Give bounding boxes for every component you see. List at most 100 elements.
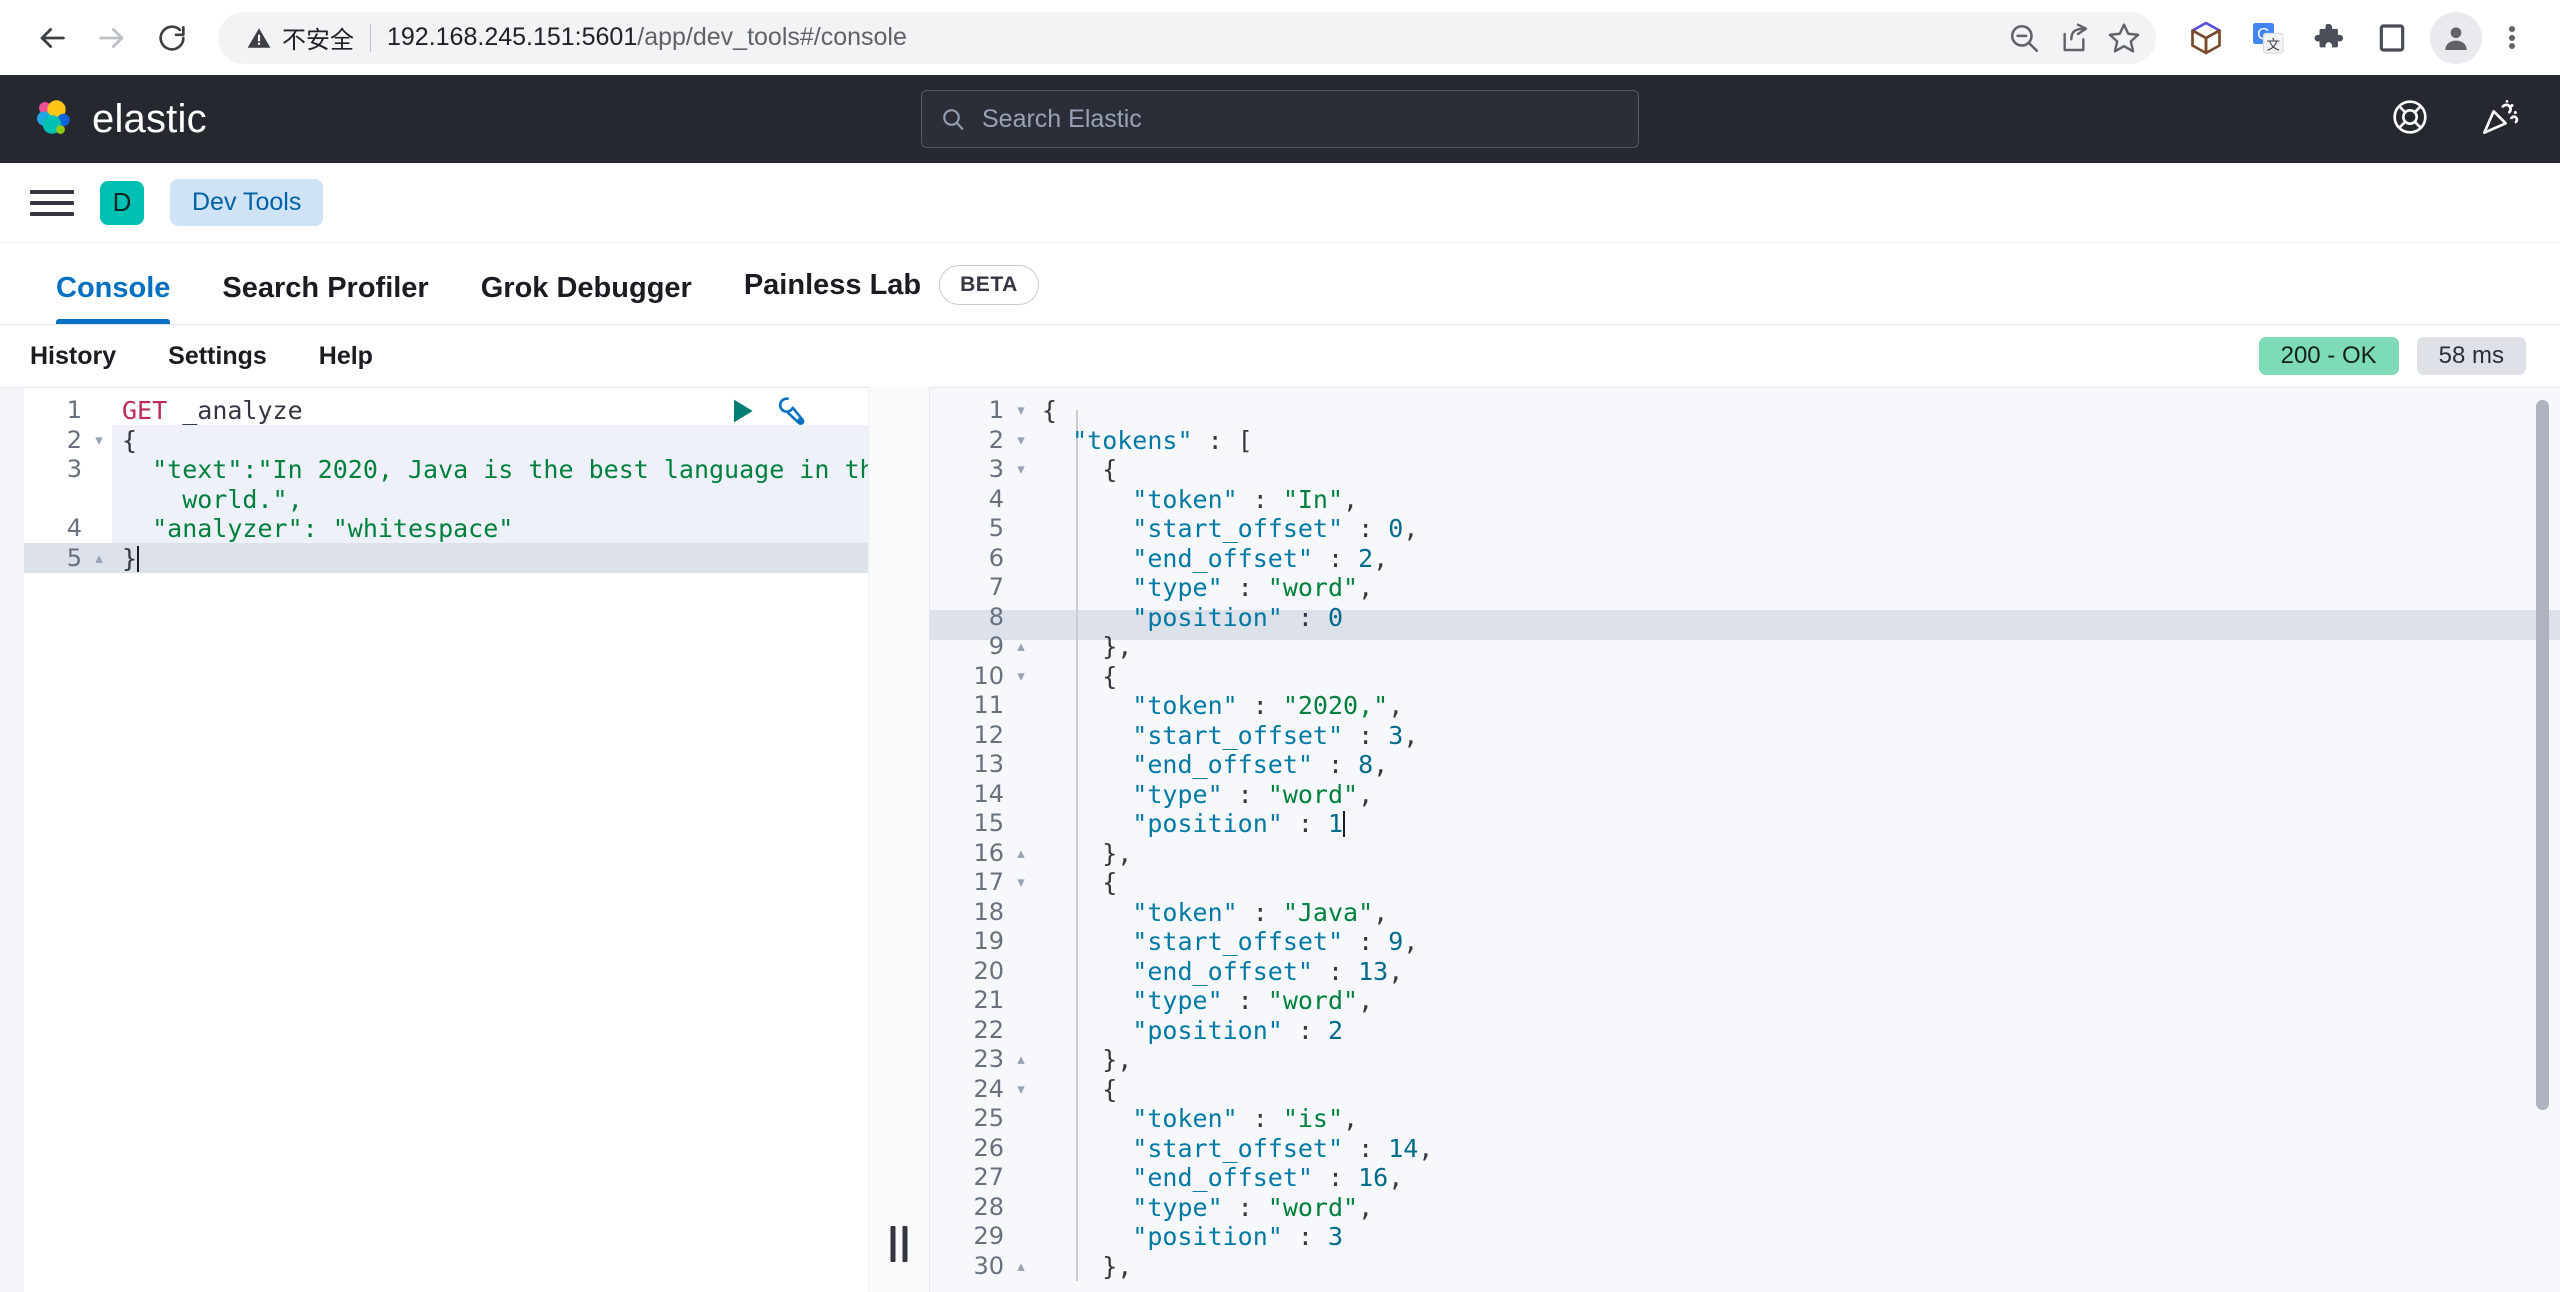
code-line[interactable]: 17 ▾ { (930, 868, 2560, 898)
code-line[interactable]: 22 "position" : 2 (930, 1016, 2560, 1046)
code-line[interactable]: 6 "end_offset" : 2, (930, 544, 2560, 574)
wrench-icon[interactable] (774, 394, 808, 428)
fold-toggle-icon[interactable]: ▴ (1008, 1252, 1034, 1282)
fold-toggle-icon[interactable]: ▾ (1008, 426, 1034, 456)
elastic-home-link[interactable]: elastic (32, 97, 207, 142)
hamburger-menu-icon[interactable] (30, 181, 74, 225)
code-line[interactable]: 16 ▴ }, (930, 839, 2560, 869)
code-line[interactable]: 3 ▾ { (930, 455, 2560, 485)
url-text[interactable]: 192.168.245.151:5601/app/dev_tools#/cons… (387, 23, 2002, 52)
code-line[interactable]: 20 "end_offset" : 13, (930, 957, 2560, 987)
line-number: 9 (988, 632, 1004, 660)
side-panel-button[interactable] (2370, 16, 2414, 60)
code-line[interactable]: 26 "start_offset" : 14, (930, 1134, 2560, 1164)
help-button-toolbar[interactable]: Help (319, 342, 373, 371)
tab-painless-lab-label: Painless Lab (743, 268, 922, 301)
code-line[interactable]: 15 "position" : 1 (930, 809, 2560, 839)
code-line[interactable]: 9 ▴ }, (930, 632, 2560, 662)
response-viewer[interactable]: 1 ▾{2 ▾ "tokens" : [3 ▾ {4 "token" : "In", 5… (930, 388, 2560, 1281)
code-line[interactable]: 29 "position" : 3 (930, 1222, 2560, 1252)
response-vertical-scrollbar[interactable] (2536, 400, 2549, 1110)
code-token: : (1312, 956, 1359, 986)
code-token: : (1343, 927, 1389, 956)
zoom-out-button[interactable] (2002, 16, 2046, 60)
code-line[interactable]: 23 ▴ }, (930, 1045, 2560, 1075)
fold-toggle-icon[interactable]: ▴ (1008, 1045, 1034, 1075)
tab-grok-debugger[interactable]: Grok Debugger (455, 272, 718, 324)
code-line[interactable]: 19 "start_offset" : 9, (930, 927, 2560, 957)
code-line[interactable]: 21 "type" : "word", (930, 986, 2560, 1016)
code-line[interactable]: 13 "end_offset" : 8, (930, 750, 2560, 780)
extensions-puzzle-button[interactable] (2308, 16, 2352, 60)
line-number: 6 (988, 543, 1004, 572)
code-token: : (1222, 986, 1268, 1015)
fold-toggle-icon[interactable]: ▾ (1008, 1075, 1034, 1105)
fold-toggle-icon[interactable]: ▴ (86, 544, 112, 574)
code-text: "start_offset" : 3, (1034, 721, 2560, 751)
code-token: }, (1042, 1251, 1133, 1281)
tab-console[interactable]: Console (30, 272, 196, 324)
code-line[interactable]: 28 "type" : "word", (930, 1193, 2560, 1223)
bookmark-button[interactable] (2102, 16, 2146, 60)
code-line[interactable]: 27 "end_offset" : 16, (930, 1163, 2560, 1193)
three-dot-menu-icon (2509, 24, 2515, 52)
profile-button[interactable] (2430, 11, 2482, 64)
settings-button[interactable]: Settings (168, 342, 267, 371)
google-translate-icon: G 文 (2253, 22, 2284, 54)
browser-menu-button[interactable] (2490, 12, 2534, 64)
code-line[interactable]: 2 ▾ "tokens" : [ (930, 426, 2560, 456)
code-text: }, (1034, 1045, 2560, 1075)
tab-search-profiler[interactable]: Search Profiler (196, 272, 454, 324)
code-line[interactable]: 25 "token" : "is", (930, 1104, 2560, 1134)
share-button[interactable] (2052, 16, 2096, 60)
fold-toggle-icon[interactable]: ▾ (1008, 396, 1034, 426)
code-line[interactable]: 2 ▾ { (24, 426, 890, 456)
request-editor[interactable]: 1 GET _analyze 2 ▾ {3 "text":"In 2020, Java … (24, 388, 890, 1292)
code-line[interactable]: 8 "position" : 0 (930, 603, 2560, 633)
code-line[interactable]: 5 "start_offset" : 0, (930, 514, 2560, 544)
breadcrumb[interactable]: Dev Tools (170, 179, 324, 226)
fold-toggle-icon[interactable]: ▾ (1008, 868, 1034, 898)
forward-button[interactable] (86, 12, 138, 64)
code-line[interactable]: 4 "token" : "In", (930, 485, 2560, 515)
tab-painless-lab[interactable]: Painless Lab BETA (718, 265, 1065, 324)
fold-toggle-icon[interactable]: ▴ (1008, 839, 1034, 869)
pane-splitter[interactable] (868, 387, 930, 1292)
code-line[interactable]: 12 "start_offset" : 3, (930, 721, 2560, 751)
code-line[interactable]: 5 ▴} (24, 544, 890, 574)
space-avatar[interactable]: D (100, 180, 144, 225)
code-line[interactable]: 10 ▾ { (930, 662, 2560, 692)
code-line[interactable]: 30 ▴ }, (930, 1252, 2560, 1282)
url-host: 192.168.245.151:5601 (387, 23, 638, 51)
news-announcements-button[interactable] (2480, 97, 2520, 142)
code-line[interactable]: 1 ▾ { (930, 396, 2560, 426)
history-button[interactable]: History (30, 342, 116, 371)
request-editor-pane[interactable]: 1 GET _analyze 2 ▾ {3 "text":"In 2020, Java … (0, 387, 890, 1292)
fold-toggle-icon[interactable]: ▾ (1008, 455, 1034, 485)
code-line[interactable]: 3 "text":"In 2020, Java is the best lang… (24, 455, 890, 514)
reload-button[interactable] (146, 12, 198, 64)
fold-toggle-icon[interactable]: ▴ (1008, 632, 1034, 662)
global-search-input[interactable]: Search Elastic (921, 90, 1639, 148)
fold-toggle-icon[interactable]: ▾ (86, 426, 112, 456)
fold-toggle-icon[interactable]: ▾ (1008, 662, 1034, 692)
google-translate-button[interactable]: G 文 (2246, 16, 2290, 60)
code-line[interactable]: 18 "token" : "Java", (930, 898, 2560, 928)
request-scroll-track[interactable] (0, 388, 24, 1292)
code-line[interactable]: 11 "token" : "2020,", (930, 691, 2560, 721)
site-security-indicator[interactable]: 不安全 (246, 20, 354, 55)
back-button[interactable] (26, 12, 78, 64)
code-line[interactable]: 7 "type" : "word", (930, 573, 2560, 603)
splitter-drag-handle[interactable] (890, 1226, 908, 1262)
global-search-placeholder: Search Elastic (982, 104, 1142, 133)
cube-extension-button[interactable] (2184, 16, 2228, 60)
code-line[interactable]: 14 "type" : "word", (930, 780, 2560, 810)
response-viewer-pane[interactable]: 1 ▾{2 ▾ "tokens" : [3 ▾ {4 "token" : "In", 5… (930, 387, 2560, 1292)
help-button[interactable] (2390, 97, 2430, 142)
line-number: 29 (973, 1222, 1004, 1250)
code-text: "position" : 2 (1034, 1016, 2560, 1046)
play-run-icon[interactable] (726, 395, 758, 427)
address-bar[interactable]: 不安全 192.168.245.151:5601/app/dev_tools#/… (218, 11, 2156, 64)
code-line[interactable]: 4 "analyzer": "whitespace" (24, 514, 890, 544)
code-line[interactable]: 24 ▾ { (930, 1075, 2560, 1105)
